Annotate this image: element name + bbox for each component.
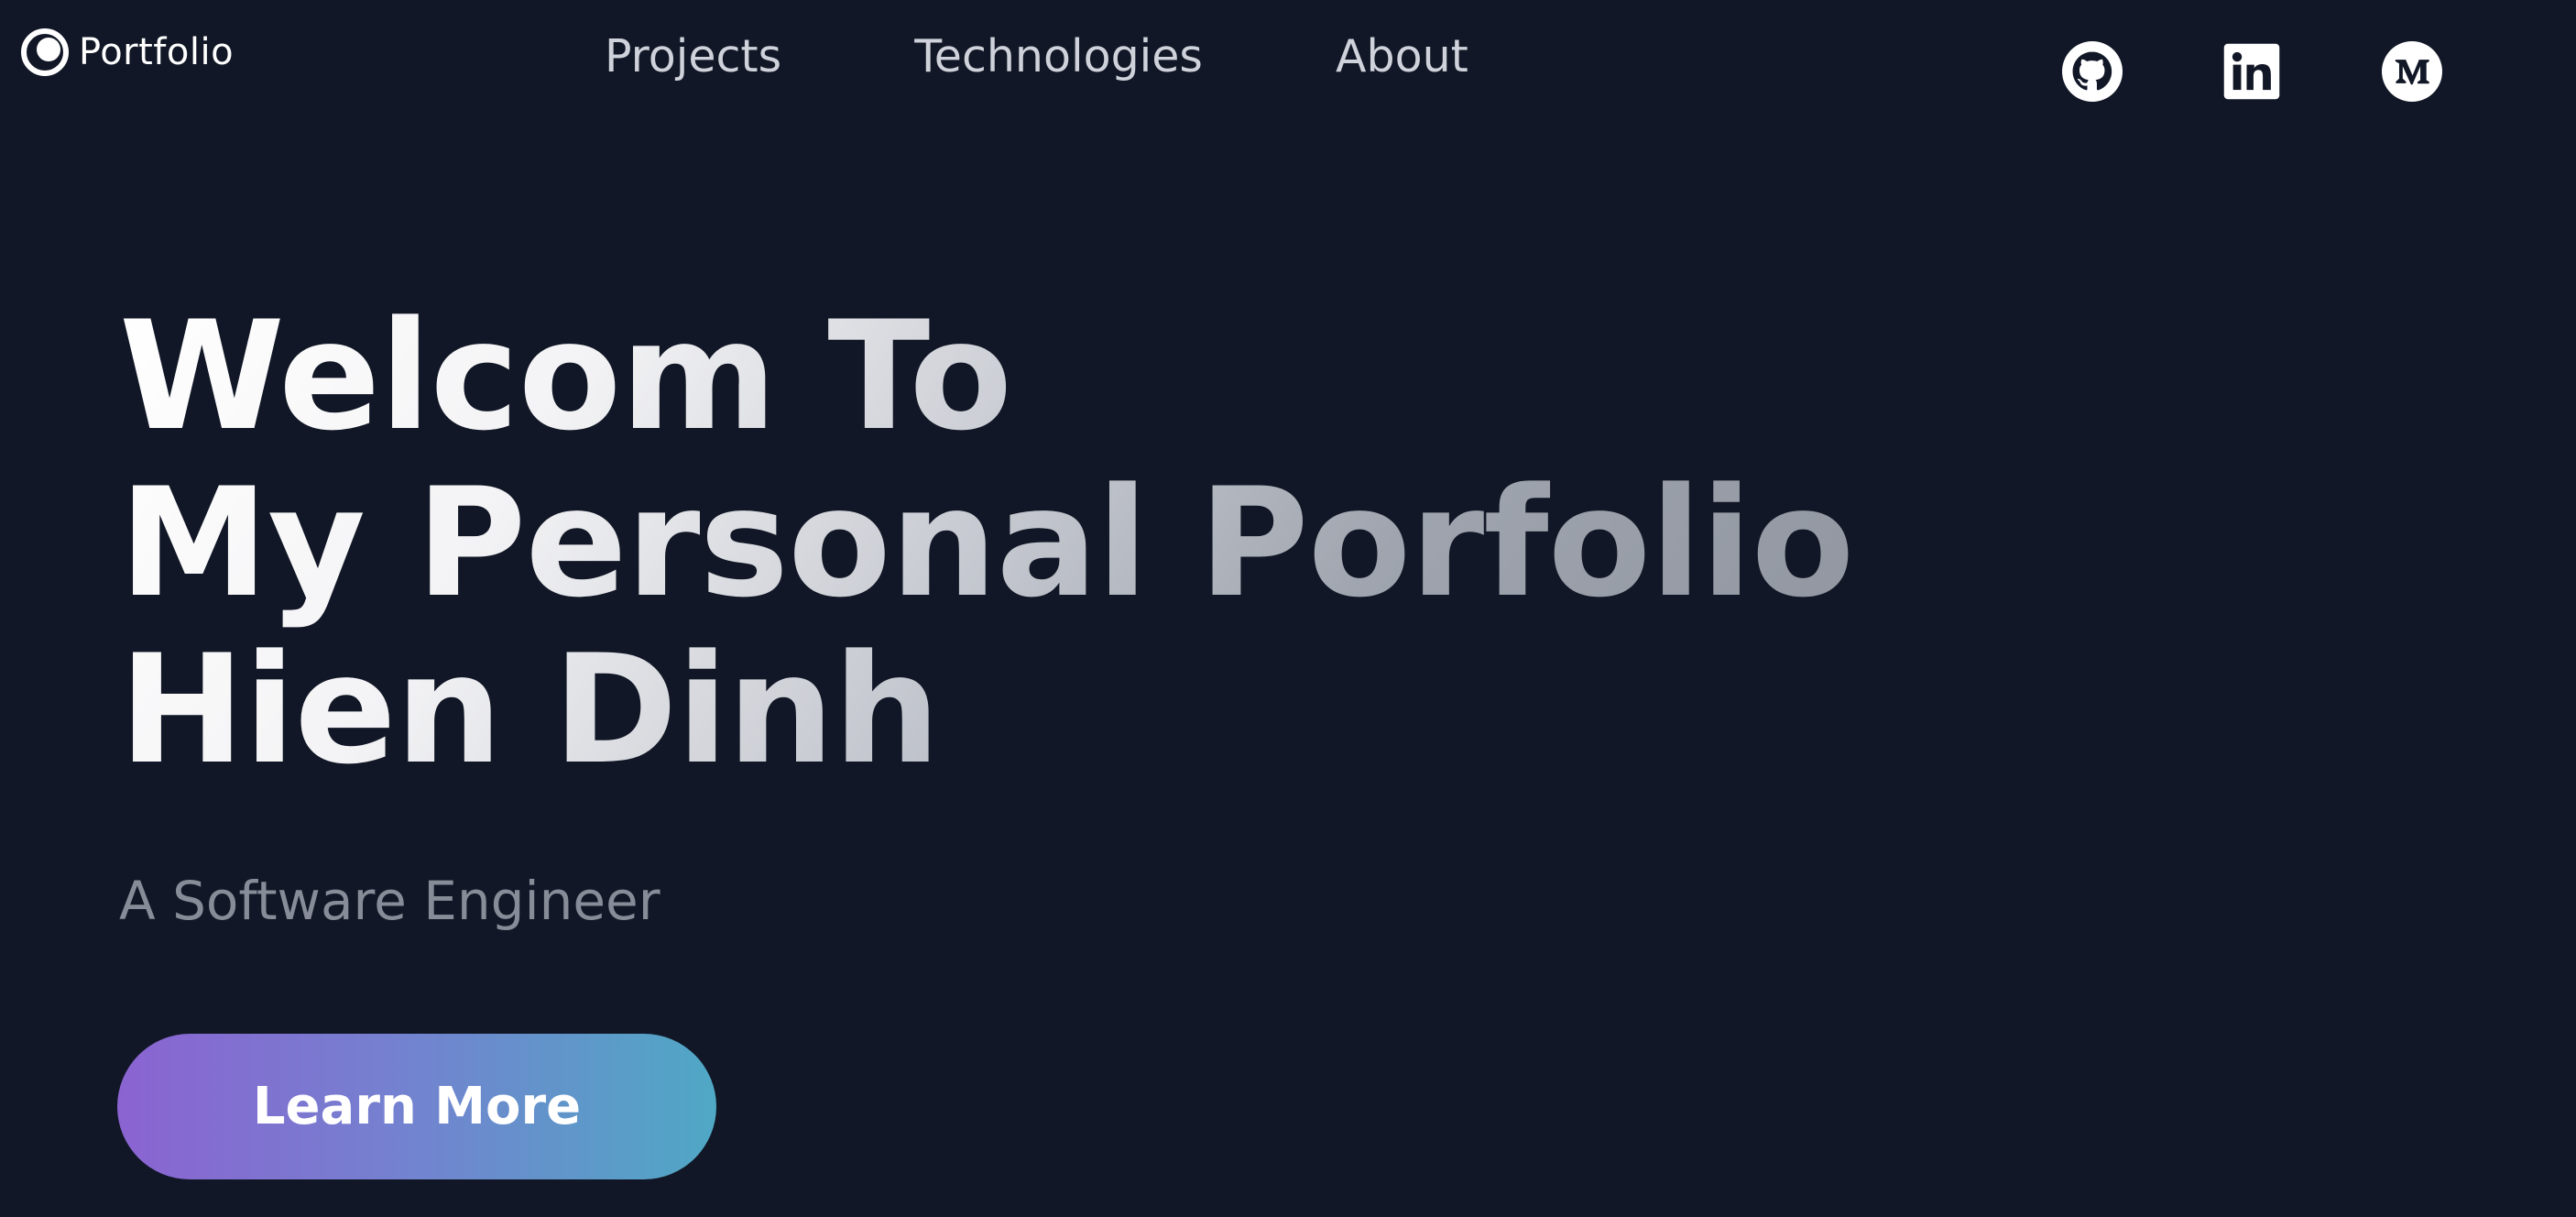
linkedin-icon xyxy=(2221,41,2282,102)
hero-title: Welcom To My Personal Porfolio Hien Dinh xyxy=(119,293,1853,794)
nav-link-projects[interactable]: Projects xyxy=(605,29,781,84)
hero-title-line-1: Welcom To xyxy=(119,289,1012,464)
logo-text: Portfolio xyxy=(79,31,235,73)
hero-title-line-3: Hien Dinh xyxy=(119,622,940,797)
hero-title-line-2: My Personal Porfolio xyxy=(119,455,1854,630)
linkedin-link[interactable] xyxy=(2221,41,2282,102)
github-icon xyxy=(2062,41,2123,102)
portfolio-logo-icon xyxy=(20,27,70,77)
nav-link-about[interactable]: About xyxy=(1336,29,1468,84)
page: Portfolio Projects Technologies About We… xyxy=(0,0,2576,1217)
nav-link-technologies[interactable]: Technologies xyxy=(914,29,1203,84)
medium-link[interactable] xyxy=(2382,41,2442,102)
medium-icon xyxy=(2382,41,2442,102)
logo-link[interactable]: Portfolio xyxy=(20,27,234,77)
main-nav: Projects Technologies About xyxy=(605,29,1468,84)
learn-more-button[interactable]: Learn More xyxy=(117,1034,716,1179)
hero-subtitle: A Software Engineer xyxy=(119,870,660,932)
github-link[interactable] xyxy=(2062,41,2123,102)
social-links xyxy=(2026,41,2576,105)
